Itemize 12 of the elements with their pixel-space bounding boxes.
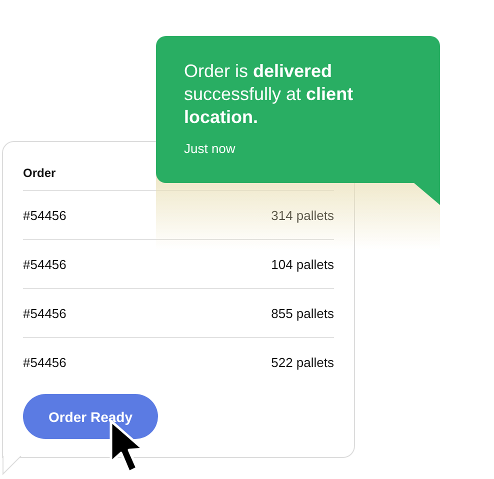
notification-time: Just now	[184, 141, 236, 156]
pallet-count: 855 pallets	[271, 306, 334, 320]
order-id: #54456	[23, 354, 66, 370]
order-ready-button[interactable]: Order Ready	[23, 394, 158, 439]
column-header: Order	[23, 166, 56, 180]
order-id: #54456	[23, 256, 66, 272]
order-id: #54456	[23, 208, 66, 222]
pallet-count: 314 pallets	[271, 208, 334, 222]
pallet-count: 104 pallets	[271, 256, 334, 272]
notification-message: Order is delivered successfully at client location.	[184, 60, 354, 129]
pallet-count: 522 pallets	[271, 354, 334, 370]
order-id: #54456	[23, 306, 66, 320]
